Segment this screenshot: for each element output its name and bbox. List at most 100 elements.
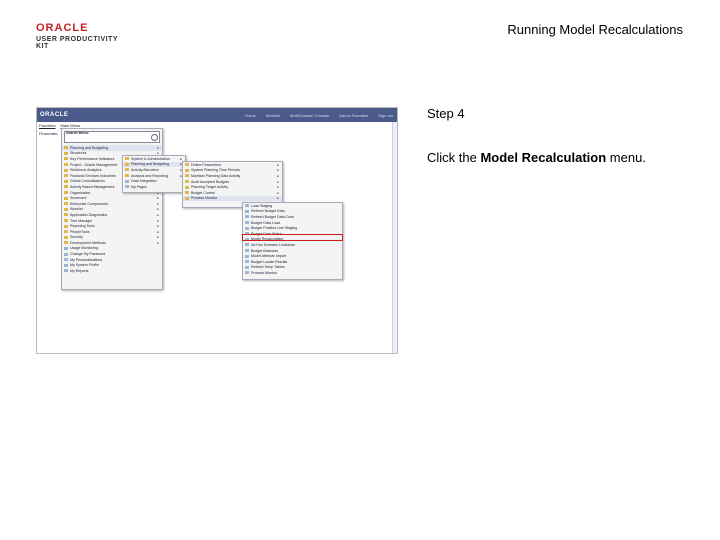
menu-item-label: My Reports: [70, 268, 89, 273]
menu-item-label: Refresh Budget Data Cube: [251, 214, 295, 219]
vertical-scrollbar[interactable]: [392, 122, 397, 353]
submenu-arrow-icon: ▸: [157, 224, 159, 229]
app-logo: ORACLE: [40, 112, 69, 118]
folder-icon: [64, 191, 68, 195]
top-nav-link[interactable]: MultiChannel Console: [290, 113, 329, 118]
page-title: Running Model Recalculations: [507, 22, 683, 37]
folder-icon: [125, 157, 129, 161]
submenu-arrow-icon: ▸: [157, 218, 159, 223]
menu-item-label: My Pages: [131, 184, 147, 189]
menu-item-label: My Personalizations: [70, 257, 103, 262]
top-nav-link[interactable]: Home: [245, 113, 256, 118]
folder-icon: [64, 219, 68, 223]
instruction-prefix: Click the: [427, 150, 481, 165]
menu-item-label: Ad Hoc Scenario Lockdown: [251, 242, 296, 247]
instruction-suffix: menu.: [606, 150, 646, 165]
submenu-arrow-icon: ▸: [277, 185, 279, 190]
search-menu-input[interactable]: Search Menu:: [64, 131, 160, 143]
menu-item-label: Usage Monitoring: [70, 246, 99, 251]
page-icon: [245, 271, 249, 275]
instruction-target: Model Recalculation: [480, 150, 607, 165]
menu-item-label: Organization: [70, 190, 91, 195]
page-icon: [245, 249, 249, 253]
favorites-link[interactable]: Favorites: [39, 123, 55, 128]
menu-item-label: Audit Accepted Budgets: [191, 179, 230, 184]
menu-item-label: Analysis and Reporting: [131, 173, 168, 178]
page-icon: [245, 265, 249, 269]
menu-item-label: Tree Manager: [70, 218, 93, 223]
model-recalculation-highlight[interactable]: [242, 234, 343, 241]
menu-item-label: Scorecard: [70, 196, 87, 201]
folder-icon: [125, 174, 129, 178]
folder-icon: [64, 235, 68, 239]
folder-icon: [185, 174, 189, 178]
menu-item-label: System Planning Time Periods: [191, 168, 240, 173]
folder-icon: [64, 207, 68, 211]
menu-item[interactable]: My Reports: [62, 268, 162, 274]
top-nav-link[interactable]: Add to Favorites: [339, 113, 368, 118]
top-nav-link[interactable]: Worklist: [266, 113, 280, 118]
page-icon: [245, 226, 249, 230]
page-icon: [125, 179, 129, 183]
submenu-arrow-icon: ▸: [157, 229, 159, 234]
submenu-arrow-icon: ▸: [157, 207, 159, 212]
menu-item-label: Load Staging: [251, 203, 273, 208]
menu-item[interactable]: Process Monitor: [243, 270, 342, 276]
menu-item-label: Define Parameters: [191, 162, 221, 167]
submenu-arrow-icon: ▸: [157, 212, 159, 217]
page-icon: [245, 260, 249, 264]
search-menu-label: Search Menu:: [66, 131, 89, 135]
submenu-arrow-icon: ▸: [157, 196, 159, 201]
folder-icon: [125, 162, 129, 166]
page-icon: [245, 215, 249, 219]
budget-control-submenu: Load Staging Refresh Budget Data Refresh B…: [242, 202, 343, 280]
folder-icon: [64, 230, 68, 234]
menu-item-label: Process Monitor: [251, 270, 277, 275]
folder-icon: [64, 196, 68, 200]
menu-item-label: Worklist: [70, 207, 83, 212]
folder-icon: [185, 163, 189, 167]
page-icon: [245, 221, 249, 225]
folder-icon: [64, 157, 68, 161]
menu-item-label: Planning and Budgeting: [131, 162, 170, 167]
menu-item-label: Structures: [70, 151, 87, 156]
submenu-arrow-icon: ▸: [277, 196, 279, 201]
search-go-icon[interactable]: [151, 134, 158, 141]
folder-icon: [64, 163, 68, 167]
folder-icon: [64, 213, 68, 217]
menu-item-label: Data Integration: [131, 179, 157, 184]
menu-item[interactable]: My Pages: [123, 184, 185, 190]
top-nav-link[interactable]: Sign out: [378, 113, 393, 118]
page-icon: [64, 246, 68, 250]
submenu-arrow-icon: ▸: [277, 168, 279, 173]
menu-item-label: PeopleTools: [70, 229, 90, 234]
menu-item-label: Enterprise Components: [70, 201, 108, 206]
oracle-upk-logo: ORACLE USER PRODUCTIVITY KIT: [36, 22, 126, 50]
page-icon: [125, 185, 129, 189]
menu-item-label: Planning and Budgeting: [70, 145, 109, 150]
menu-item-label: Activity Allocation: [131, 167, 159, 172]
application-screenshot: ORACLE Home Worklist MultiChannel Console A…: [36, 107, 398, 354]
folder-icon: [125, 168, 129, 172]
app-banner: ORACLE Home Worklist MultiChannel Console A…: [37, 108, 397, 122]
menu-item-label: Maintain Planning Data Activity: [191, 173, 241, 178]
menu-item-label: Budget Locate Results: [251, 259, 288, 264]
menu-item-label: Change My Password: [70, 252, 106, 257]
step-number: Step 4: [427, 106, 465, 121]
folder-icon: [64, 202, 68, 206]
folder-icon: [64, 241, 68, 245]
folder-icon: [64, 224, 68, 228]
folder-icon: [64, 174, 68, 178]
menu-item[interactable]: Process Monitor ▸: [183, 195, 282, 202]
menu-item-label: Budget Control: [191, 190, 215, 195]
menu-item-label: Project - Grants Management: [70, 162, 118, 167]
menu-item-label: Budget Balances: [251, 248, 279, 253]
page-icon: [245, 209, 249, 213]
page-icon: [64, 252, 68, 256]
menu-item-label: Model Attribute Import: [251, 254, 287, 259]
submenu-arrow-icon: ▸: [157, 145, 159, 150]
submenu-arrow-icon: ▸: [157, 240, 159, 245]
folder-icon: [185, 168, 189, 172]
page-icon: [245, 204, 249, 208]
menu-item-label: My System Profile: [70, 263, 99, 268]
